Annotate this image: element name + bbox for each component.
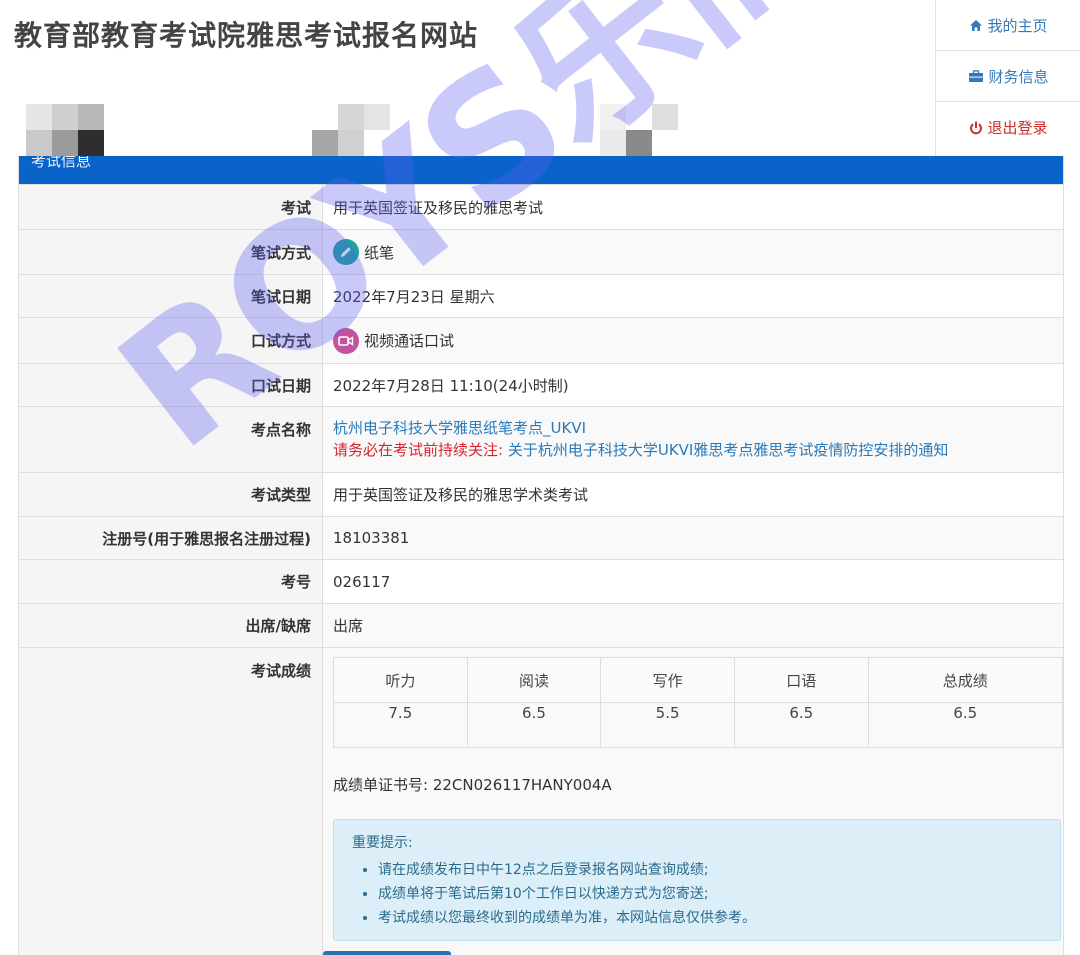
- row-exam-type: 考试类型 用于英国签证及移民的雅思学术类考试: [19, 472, 1063, 517]
- notice-item: 成绩单将于笔试后第10个工作日以快递方式为您寄送;: [378, 882, 1042, 906]
- score-header-writing: 写作: [600, 657, 735, 703]
- redacted-block: [26, 104, 104, 156]
- home-icon: [969, 19, 983, 32]
- speaking-date-value: 2022年7月28日 11:10(24小时制): [333, 376, 569, 395]
- score-header-speaking: 口语: [733, 657, 869, 703]
- row-written-date: 笔试日期 2022年7月23日 星期六: [19, 274, 1063, 318]
- briefcase-icon: [968, 69, 984, 83]
- video-camera-icon: [333, 327, 359, 354]
- speaking-date-label: 口试日期: [250, 376, 311, 395]
- score-header-listening: 听力: [333, 657, 468, 703]
- row-written-mode: 笔试方式 纸笔: [19, 229, 1063, 275]
- partial-button[interactable]: [323, 951, 451, 955]
- top-nav: 我的主页 财务信息 退出登录: [935, 0, 1080, 156]
- nav-logout[interactable]: 退出登录: [936, 102, 1080, 153]
- venue-label: 考点名称: [250, 421, 311, 439]
- pencil-icon: [333, 239, 359, 265]
- certificate-number: 成绩单证书号: 22CN026117HANY004A: [333, 776, 612, 794]
- score-header-reading: 阅读: [466, 657, 602, 703]
- score-overall: 6.5: [867, 702, 1063, 748]
- redacted-block: [312, 104, 390, 156]
- written-mode-label: 笔试方式: [250, 243, 311, 262]
- nav-finance-info[interactable]: 财务信息: [936, 51, 1080, 102]
- speaking-mode-label: 口试方式: [250, 332, 311, 350]
- row-exam: 考试 用于英国签证及移民的雅思考试: [19, 184, 1063, 230]
- score-value-row: 7.5 6.5 5.5 6.5 6.5: [333, 702, 1063, 748]
- row-speaking-date: 口试日期 2022年7月28日 11:10(24小时制): [19, 363, 1063, 407]
- venue-notice-prefix: 请务必在考试前持续关注:: [333, 441, 504, 459]
- exam-type-value: 用于英国签证及移民的雅思学术类考试: [333, 486, 589, 504]
- exam-type-label: 考试类型: [250, 486, 311, 504]
- important-notice: 重要提示: 请在成绩发布日中午12点之后登录报名网站查询成绩; 成绩单将于笔试后…: [333, 819, 1061, 941]
- score-writing: 5.5: [600, 702, 735, 748]
- exam-info-panel: 考试信息 考试 用于英国签证及移民的雅思考试 笔试方式 纸笔 笔试日期 2022…: [18, 156, 1064, 955]
- score-speaking: 6.5: [733, 702, 869, 748]
- results-label: 考试成绩: [250, 662, 311, 680]
- candidate-number-label: 考号: [280, 573, 311, 591]
- power-icon: [969, 121, 983, 135]
- row-venue: 考点名称 杭州电子科技大学雅思纸笔考点_UKVI 请务必在考试前持续关注: 关于…: [19, 406, 1063, 473]
- score-table: 听力 阅读 写作 口语 总成绩 7.5 6.5 5.5 6.5 6.5: [333, 657, 1063, 748]
- written-mode-value: 纸笔: [364, 243, 395, 262]
- notice-item: 考试成绩以您最终收到的成绩单为准，本网站信息仅供参考。: [378, 906, 1042, 930]
- nav-my-homepage[interactable]: 我的主页: [936, 0, 1080, 51]
- notice-title: 重要提示:: [352, 835, 413, 851]
- site-title: 教育部教育考试院雅思考试报名网站: [14, 19, 479, 52]
- row-results: 考试成绩 听力 阅读 写作 口语 总成绩 7.5 6.5 5.5 6.5 6.5…: [19, 647, 1063, 955]
- row-candidate-number: 考号 026117: [19, 559, 1063, 604]
- score-header-overall: 总成绩: [867, 657, 1063, 703]
- exam-label: 考试: [280, 198, 311, 217]
- registration-label: 注册号(用于雅思报名注册过程): [102, 529, 311, 548]
- score-reading: 6.5: [466, 702, 602, 748]
- registration-value: 18103381: [333, 529, 410, 547]
- score-header-row: 听力 阅读 写作 口语 总成绩: [333, 657, 1063, 703]
- panel-heading: 考试信息: [19, 156, 1063, 184]
- exam-value: 用于英国签证及移民的雅思考试: [333, 198, 544, 217]
- nav-finance-info-label: 财务信息: [988, 67, 1049, 86]
- redacted-block: [600, 104, 678, 156]
- candidate-number-value: 026117: [333, 572, 391, 591]
- attendance-value: 出席: [333, 617, 364, 635]
- speaking-mode-value: 视频通话口试: [364, 332, 455, 350]
- nav-logout-label: 退出登录: [987, 119, 1048, 137]
- written-date-label: 笔试日期: [250, 287, 311, 306]
- nav-my-homepage-label: 我的主页: [987, 16, 1048, 35]
- venue-notice-link[interactable]: 关于杭州电子科技大学UKVI雅思考点雅思考试疫情防控安排的通知: [508, 441, 949, 459]
- row-speaking-mode: 口试方式 视频通话口试: [19, 317, 1063, 364]
- venue-link[interactable]: 杭州电子科技大学雅思纸笔考点_UKVI: [333, 417, 1063, 439]
- notice-list: 请在成绩发布日中午12点之后登录报名网站查询成绩; 成绩单将于笔试后第10个工作…: [352, 858, 1042, 930]
- row-attendance: 出席/缺席 出席: [19, 603, 1063, 648]
- exam-info-table: 考试 用于英国签证及移民的雅思考试 笔试方式 纸笔 笔试日期 2022年7月23…: [19, 184, 1063, 955]
- written-date-value: 2022年7月23日 星期六: [333, 287, 495, 306]
- notice-item: 请在成绩发布日中午12点之后登录报名网站查询成绩;: [378, 858, 1042, 882]
- row-registration: 注册号(用于雅思报名注册过程) 18103381: [19, 516, 1063, 560]
- score-listening: 7.5: [333, 702, 468, 748]
- panel-heading-label: 考试信息: [31, 156, 92, 170]
- attendance-label: 出席/缺席: [245, 617, 311, 635]
